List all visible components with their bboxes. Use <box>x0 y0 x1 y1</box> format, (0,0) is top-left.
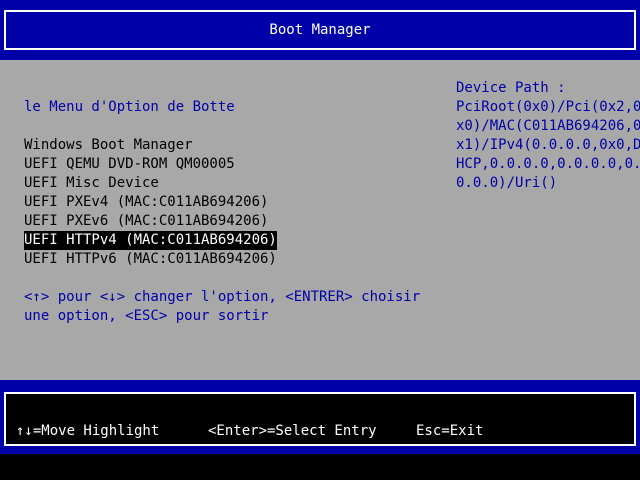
device-path-line: HCP,0.0.0.0,0.0.0.0,0. <box>456 156 640 172</box>
help-select-entry: <Enter>=Select Entry <box>208 423 377 439</box>
device-path-line: x0)/MAC(C011AB694206,0 <box>456 118 640 134</box>
device-path-line: x1)/IPv4(0.0.0.0,0x0,D <box>456 137 640 153</box>
device-path-line: PciRoot(0x0)/Pci(0x2,0 <box>456 99 640 115</box>
boot-option-label: UEFI HTTPv6 (MAC:C011AB694206) <box>24 251 277 267</box>
section-title: le Menu d'Option de Botte <box>24 99 235 115</box>
help-move-highlight: ↑↓=Move Highlight <box>16 423 160 439</box>
boot-option-misc-device[interactable]: UEFI Misc Device <box>24 174 277 193</box>
device-path-panel: Device Path : PciRoot(0x0)/Pci(0x2,0 x0)… <box>456 79 640 193</box>
help-exit: Esc=Exit <box>416 423 484 439</box>
boot-option-httpv4-row: UEFI HTTPv4 (MAC:C011AB694206) <box>24 231 277 250</box>
title-bar: Boot Manager <box>4 10 636 50</box>
boot-option-qemu-dvd-rom[interactable]: UEFI QEMU DVD-ROM QM00005 <box>24 155 277 174</box>
boot-option-windows-boot-manager[interactable]: Windows Boot Manager <box>24 136 277 155</box>
boot-option-label: UEFI Misc Device <box>24 175 159 191</box>
boot-option-httpv4[interactable]: UEFI HTTPv4 (MAC:C011AB694206) <box>24 231 277 250</box>
boot-option-pxev6[interactable]: UEFI PXEv6 (MAC:C011AB694206) <box>24 212 277 231</box>
help-bar: ↑↓=Move Highlight <Enter>=Select Entry E… <box>4 392 636 446</box>
footer-black-strip <box>0 454 640 480</box>
boot-option-label: UEFI HTTPv4 (MAC:C011AB694206) <box>24 232 277 248</box>
boot-option-label: UEFI PXEv4 (MAC:C011AB694206) <box>24 194 269 210</box>
boot-option-label: UEFI PXEv6 (MAC:C011AB694206) <box>24 213 269 229</box>
boot-option-label: Windows Boot Manager <box>24 137 193 153</box>
boot-option-httpv6[interactable]: UEFI HTTPv6 (MAC:C011AB694206) <box>24 250 277 269</box>
boot-option-label: UEFI QEMU DVD-ROM QM00005 <box>24 156 235 172</box>
navigation-hint: <↑> pour <↓> changer l'option, <ENTRER> … <box>24 289 429 324</box>
device-path-heading: Device Path : <box>456 80 566 96</box>
device-path-line: 0.0.0)/Uri() <box>456 175 558 191</box>
page-title: Boot Manager <box>269 21 371 38</box>
boot-option-list: Windows Boot Manager UEFI QEMU DVD-ROM Q… <box>24 136 277 269</box>
boot-option-pxev4[interactable]: UEFI PXEv4 (MAC:C011AB694206) <box>24 193 277 212</box>
boot-manager-screen: Boot Manager le Menu d'Option de Botte W… <box>0 0 640 480</box>
